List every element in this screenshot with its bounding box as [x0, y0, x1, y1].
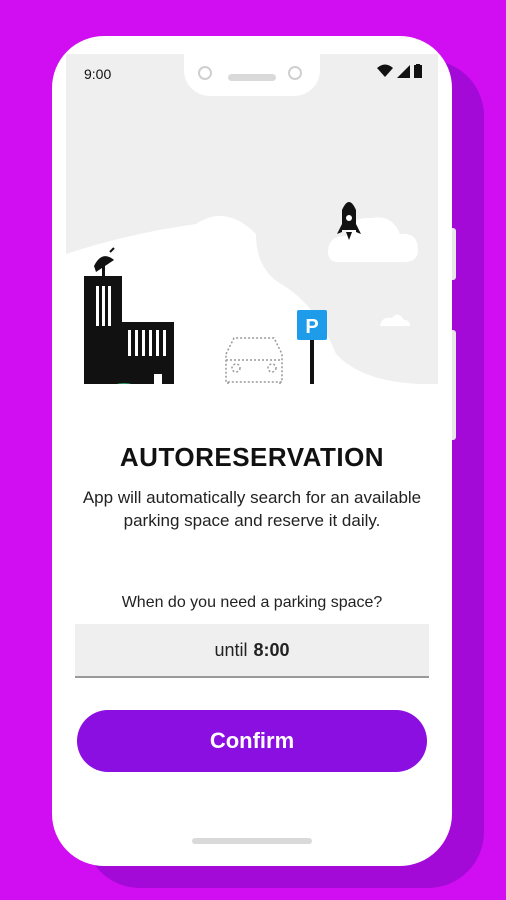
- description-text: App will automatically search for an ava…: [82, 488, 422, 530]
- phone-frame: P 9:00 AUTORESERVATION App will automati…: [52, 36, 452, 866]
- question-label: When do you need a parking space?: [121, 594, 383, 611]
- time-picker-field[interactable]: until 8:00: [75, 624, 429, 678]
- time-prefix: until: [214, 639, 248, 660]
- parking-sign-label: P: [305, 316, 318, 338]
- page-title: AUTORESERVATION: [119, 442, 385, 472]
- confirm-button[interactable]: Confirm: [77, 710, 427, 772]
- time-value: 8:00: [253, 639, 290, 660]
- sensor-icon: [288, 66, 302, 80]
- wifi-icon: [377, 64, 393, 77]
- home-indicator[interactable]: [192, 838, 312, 844]
- signal-icon: [397, 64, 410, 78]
- front-camera-icon: [198, 66, 212, 80]
- status-time: 9:00: [84, 66, 112, 82]
- hero-illustration: P: [66, 54, 438, 384]
- battery-icon: [414, 64, 422, 78]
- status-icons: [377, 64, 422, 78]
- speaker-grille: [228, 74, 276, 81]
- app-screen: P 9:00 AUTORESERVATION App will automati…: [66, 54, 438, 854]
- camera-notch: [184, 54, 320, 96]
